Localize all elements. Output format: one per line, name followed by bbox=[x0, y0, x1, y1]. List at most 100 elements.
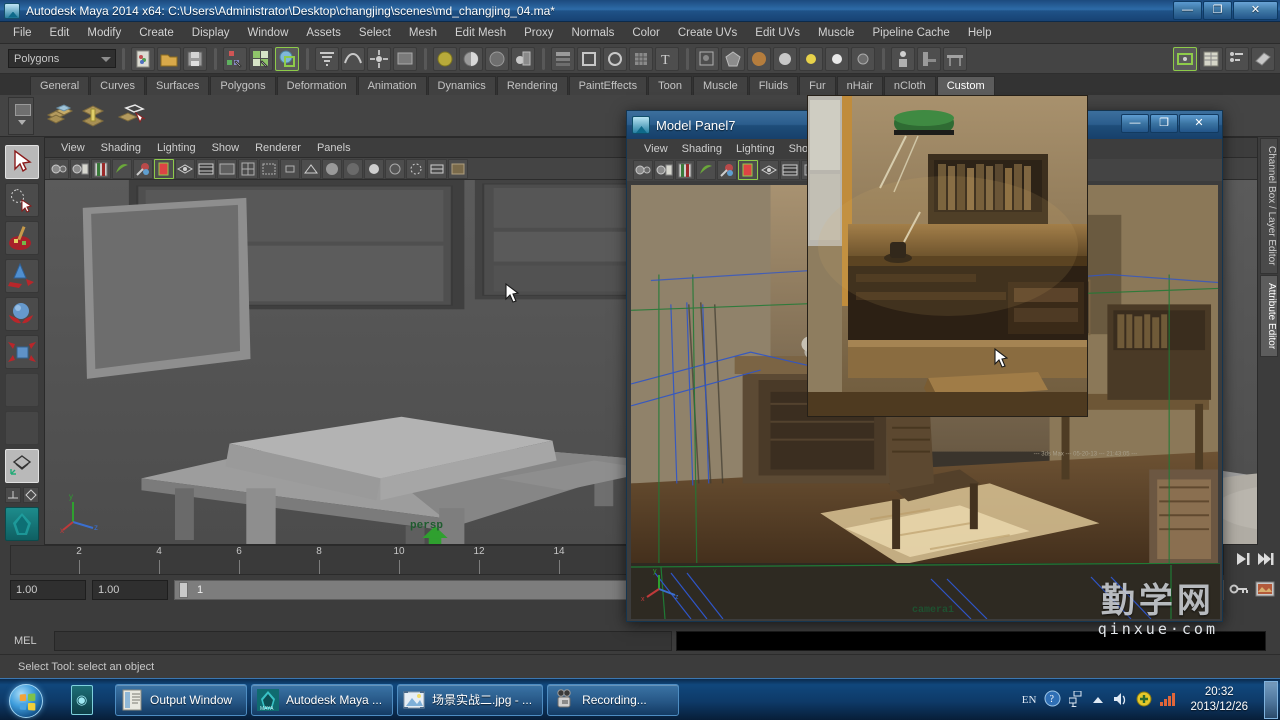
menu-window[interactable]: Window bbox=[238, 25, 297, 41]
image-plane-icon[interactable] bbox=[112, 158, 132, 179]
gate-mask-icon[interactable] bbox=[217, 158, 237, 179]
reference-image-preview[interactable] bbox=[807, 95, 1088, 417]
shelf-tab-rendering[interactable]: Rendering bbox=[496, 76, 568, 95]
texture-toggle-icon[interactable] bbox=[448, 158, 468, 179]
new-scene-icon[interactable] bbox=[131, 46, 155, 71]
taskbar-item-recorder[interactable]: Recording... bbox=[547, 683, 680, 716]
command-line-label[interactable]: MEL bbox=[14, 635, 54, 647]
shadow-toggle-icon[interactable] bbox=[851, 46, 875, 71]
taskbar-item-image-viewer[interactable]: 场景实战二.jpg - ... bbox=[397, 683, 544, 716]
snap-to-view-plane-icon[interactable] bbox=[393, 46, 417, 71]
menu-help[interactable]: Help bbox=[959, 25, 1001, 41]
circle-object-icon[interactable] bbox=[603, 46, 627, 71]
volume-icon[interactable] bbox=[1112, 691, 1128, 710]
status-separator-5[interactable] bbox=[539, 47, 547, 70]
toolbox-scale-tool[interactable] bbox=[5, 335, 39, 369]
model-panel7-menu-lighting[interactable]: Lighting bbox=[729, 142, 782, 156]
snap-to-grid-icon[interactable] bbox=[315, 46, 339, 71]
wireframe-shading-icon[interactable] bbox=[301, 158, 321, 179]
viewport-menu-shading[interactable]: Shading bbox=[93, 141, 149, 155]
mp-bookmark-icon[interactable] bbox=[675, 160, 695, 180]
channel-box-icon[interactable] bbox=[1199, 47, 1223, 71]
open-scene-icon[interactable] bbox=[157, 46, 181, 71]
soft-select-icon[interactable] bbox=[747, 46, 771, 71]
furniture-group-icon[interactable] bbox=[551, 46, 575, 71]
toolbox-show-manipulator-tool[interactable] bbox=[5, 411, 39, 445]
display-toggle-icon[interactable] bbox=[773, 46, 797, 71]
use-all-lights-icon[interactable] bbox=[364, 158, 384, 179]
select-by-component-icon[interactable] bbox=[275, 46, 299, 71]
viewport-menu-lighting[interactable]: Lighting bbox=[149, 141, 204, 155]
mp-grid-toggle-icon[interactable] bbox=[738, 160, 758, 180]
shelf-tab-curves[interactable]: Curves bbox=[90, 76, 145, 95]
render-current-frame-icon[interactable] bbox=[459, 46, 483, 71]
layer-editor-icon[interactable] bbox=[1225, 47, 1249, 71]
shelf-tab-muscle[interactable]: Muscle bbox=[692, 76, 748, 95]
tab-attribute-editor[interactable]: Attribute Editor bbox=[1260, 274, 1278, 357]
menu-assets[interactable]: Assets bbox=[297, 25, 350, 41]
object-box-icon[interactable] bbox=[577, 46, 601, 71]
status-separator[interactable] bbox=[119, 47, 127, 70]
show-manipulator-icon[interactable] bbox=[695, 46, 719, 71]
snap-to-curve-icon[interactable] bbox=[341, 46, 365, 71]
command-line-input[interactable] bbox=[54, 631, 672, 651]
shelf-tab-general[interactable]: General bbox=[30, 76, 90, 95]
model-panel7-maximize-button[interactable]: ❐ bbox=[1150, 114, 1178, 133]
make-live-icon[interactable] bbox=[433, 46, 457, 71]
shelf-tab-polygons[interactable]: Polygons bbox=[210, 76, 276, 95]
taskbar-item-autodesk-maya[interactable]: MAYA Autodesk Maya ... bbox=[251, 683, 394, 716]
viewport-menu-panels[interactable]: Panels bbox=[309, 141, 359, 155]
menu-select[interactable]: Select bbox=[350, 25, 400, 41]
start-button[interactable] bbox=[3, 682, 51, 718]
grid-toggle-icon[interactable] bbox=[154, 158, 174, 179]
close-button[interactable]: ✕ bbox=[1233, 1, 1278, 20]
toolbox-two-panes-layout[interactable] bbox=[5, 487, 21, 503]
mp-two-d-pan-zoom-icon[interactable] bbox=[717, 160, 737, 180]
mp-image-plane-icon[interactable] bbox=[696, 160, 716, 180]
select-by-hierarchy-icon[interactable] bbox=[223, 46, 247, 71]
shelf-tab-fur[interactable]: Fur bbox=[799, 76, 836, 95]
menu-mesh[interactable]: Mesh bbox=[400, 25, 446, 41]
menu-normals[interactable]: Normals bbox=[563, 25, 624, 41]
signal-icon[interactable] bbox=[1160, 692, 1178, 709]
polygon-extract-icon[interactable] bbox=[116, 99, 150, 133]
shelf-tab-fluids[interactable]: Fluids bbox=[748, 76, 799, 95]
shelf-tab-surfaces[interactable]: Surfaces bbox=[145, 76, 210, 95]
select-by-object-icon[interactable] bbox=[249, 46, 273, 71]
mp-select-camera-icon[interactable] bbox=[633, 160, 653, 180]
menu-create-uvs[interactable]: Create UVs bbox=[669, 25, 746, 41]
mp-xray-icon[interactable] bbox=[759, 160, 779, 180]
human-figure-icon[interactable] bbox=[891, 46, 915, 71]
show-hidden-icons-icon[interactable] bbox=[1092, 693, 1104, 708]
network-icon[interactable] bbox=[1068, 690, 1084, 710]
resolution-gate-icon[interactable] bbox=[196, 158, 216, 179]
status-separator-7[interactable] bbox=[879, 47, 887, 70]
status-separator-2[interactable] bbox=[211, 47, 219, 70]
polygon-combine-icon[interactable] bbox=[44, 99, 78, 133]
clock[interactable]: 20:32 2013/12/26 bbox=[1190, 685, 1248, 715]
chair-object-icon[interactable] bbox=[917, 46, 941, 71]
animation-preferences-icon[interactable] bbox=[1254, 579, 1276, 599]
shelf-tab-ncloth[interactable]: nCloth bbox=[883, 76, 936, 95]
menu-display[interactable]: Display bbox=[183, 25, 239, 41]
range-start-handle[interactable] bbox=[179, 582, 188, 598]
menu-proxy[interactable]: Proxy bbox=[515, 25, 562, 41]
go-to-end-icon[interactable] bbox=[1256, 549, 1276, 569]
shelf-tab-toon[interactable]: Toon bbox=[648, 76, 692, 95]
go-to-next-key-icon[interactable] bbox=[1233, 549, 1253, 569]
shelf-tab-painteffects[interactable]: PaintEffects bbox=[568, 76, 648, 95]
toolbox-single-perspective-layout[interactable] bbox=[5, 449, 39, 483]
toolbox-soft-modification-tool[interactable] bbox=[5, 373, 39, 407]
anim-end-time-field[interactable]: 1.00 bbox=[92, 580, 168, 600]
toolbox-paint-select-tool[interactable] bbox=[5, 221, 39, 255]
toolbox-select-tool[interactable] bbox=[5, 145, 39, 179]
status-separator-4[interactable] bbox=[421, 47, 429, 70]
show-desktop-button[interactable] bbox=[1264, 681, 1278, 719]
film-gate-icon[interactable] bbox=[175, 158, 195, 179]
taskbar-item-output-window[interactable]: Output Window bbox=[115, 683, 247, 716]
status-separator-3[interactable] bbox=[303, 47, 311, 70]
flat-shade-icon[interactable] bbox=[343, 158, 363, 179]
menu-edit[interactable]: Edit bbox=[41, 25, 79, 41]
attribute-editor-icon[interactable] bbox=[1251, 47, 1275, 71]
select-camera-icon[interactable] bbox=[49, 158, 69, 179]
